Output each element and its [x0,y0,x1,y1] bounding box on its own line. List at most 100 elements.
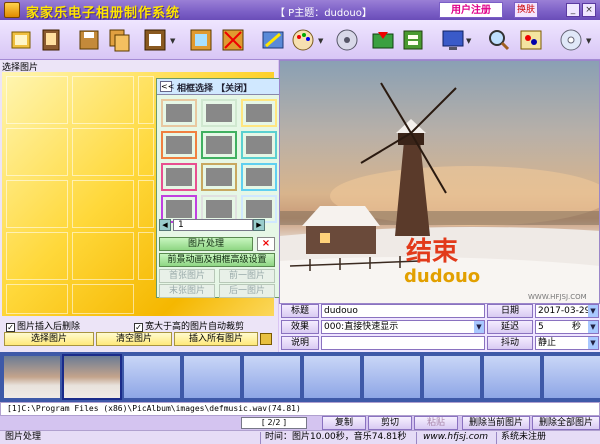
frame-thumbnail[interactable] [161,131,197,159]
frame-thumbnail[interactable] [201,99,237,127]
frame-thumbnail[interactable] [241,131,277,159]
date-field[interactable]: 2017-03-29 ▼ [535,304,599,318]
frame-selector-title[interactable]: 相框选择 【关闭】 [177,81,252,94]
frame-thumbnail[interactable] [241,163,277,191]
film-thumbnail-selected[interactable] [62,354,122,400]
display-dropdown-icon[interactable]: ▼ [466,37,474,47]
note-label: 说明 [281,336,319,350]
insert-all-images-button[interactable]: 插入所有图片 [174,332,258,346]
grid-cell[interactable] [6,128,68,176]
grid-cell[interactable] [72,76,134,124]
shake-select[interactable]: 静止 ▼ [535,336,599,350]
delete-after-insert-checkbox[interactable]: ✓ 图片插入后删除 [6,319,80,332]
display-icon[interactable] [440,26,466,54]
palette-icon[interactable] [290,26,316,54]
note-input[interactable] [321,336,485,350]
effect-select[interactable]: 000:直接快速显示 ▼ [321,320,485,334]
film-slot[interactable] [544,356,600,398]
next-image-button[interactable]: 后一图片 [219,284,275,298]
delay-input[interactable]: 5 秒 ▼ [535,320,599,334]
shake-label: 抖动 [487,336,533,350]
frame-thumbnail[interactable] [241,99,277,127]
advanced-frame-settings-button[interactable]: 前景动画及相框高级设置 [159,253,275,267]
frame-thumbnail[interactable] [201,131,237,159]
grid-cell[interactable] [6,76,68,124]
shake-value: 静止 [538,338,557,348]
frame-thumbnail[interactable] [161,99,197,127]
grid-cell[interactable] [138,76,154,124]
grid-cell[interactable] [6,180,68,228]
folder-icon[interactable] [260,333,272,345]
film-slot[interactable] [244,356,300,398]
delete-all-images-button[interactable]: 删除全部图片 [532,416,600,430]
delay-label: 延迟 [487,320,533,334]
delay-dropdown-icon[interactable]: ▼ [588,321,598,333]
effect-dropdown-icon[interactable]: ▼ [474,321,484,333]
delete-current-image-button[interactable]: 删除当前图片 [462,416,530,430]
paste-button[interactable]: 粘贴 [414,416,458,430]
scroll-right-icon[interactable]: ▶ [253,219,265,231]
grid-cell[interactable] [72,232,134,280]
film-strip[interactable] [0,352,600,402]
disc-icon[interactable] [558,26,584,54]
clear-images-button[interactable]: 清空图片 [96,332,172,346]
frame-thumbnail[interactable] [201,163,237,191]
frame-page-number[interactable]: 1 [173,219,253,231]
delete-frame-button[interactable]: × [257,237,275,251]
last-image-button[interactable]: 末张图片 [159,284,215,298]
shake-dropdown-icon[interactable]: ▼ [588,337,598,349]
prev-image-button[interactable]: 前一图片 [219,269,275,283]
film-slot[interactable] [304,356,360,398]
grid-cell[interactable] [138,128,154,176]
frame-icon[interactable] [142,26,168,54]
frame-thumbnail[interactable] [161,163,197,191]
install-icon[interactable] [370,26,396,54]
select-images-header: 选择图片 [2,63,39,73]
skin-button[interactable]: 换肤 [514,2,538,18]
select-images-button[interactable]: 选择图片 [4,332,94,346]
copy-button[interactable]: 复制 [322,416,366,430]
collapse-button[interactable]: << [160,81,174,92]
film-slot[interactable] [124,356,180,398]
disc-dropdown-icon[interactable]: ▼ [586,37,594,47]
film-slot[interactable] [364,356,420,398]
close-button[interactable]: × [582,3,596,17]
scroll-left-icon[interactable]: ◀ [159,219,171,231]
film-slot[interactable] [484,356,540,398]
delete-photo-icon[interactable] [220,26,246,54]
frame-dropdown-icon[interactable]: ▼ [170,37,178,47]
film-slot[interactable] [184,356,240,398]
brush-icon[interactable] [260,26,286,54]
music-icon[interactable] [334,26,360,54]
film-thumbnail[interactable] [4,356,60,398]
grid-cell[interactable] [72,284,134,314]
cut-button[interactable]: 剪切 [368,416,412,430]
gallery-icon[interactable] [400,26,426,54]
title-input[interactable]: dudouo [321,304,485,318]
first-image-button[interactable]: 首张图片 [159,269,215,283]
search-icon[interactable] [486,26,512,54]
open-folder-icon[interactable] [8,26,34,54]
grid-cell[interactable] [138,232,154,280]
auto-crop-checkbox[interactable]: ✓ 宽大于高的图片自动裁剪 [134,319,244,332]
grid-cell[interactable] [138,180,154,228]
date-dropdown-icon[interactable]: ▼ [588,305,598,317]
copy-icon[interactable] [106,26,132,54]
film-slot[interactable] [424,356,480,398]
photo-frame-icon[interactable] [188,26,214,54]
album-icon[interactable] [38,26,64,54]
status-divider [260,432,261,444]
photo-preview[interactable]: 结束 dudouo WWW.HFJSJ.COM [279,60,600,304]
grid-cell[interactable] [6,284,68,314]
minimize-button[interactable]: _ [566,3,580,17]
register-button[interactable]: 用户注册 [439,2,503,18]
grid-cell[interactable] [6,232,68,280]
image-process-button[interactable]: 图片处理 [159,237,253,251]
grid-cell[interactable] [72,128,134,176]
palette-dropdown-icon[interactable]: ▼ [318,37,326,47]
frame-scrollbar[interactable]: ◀ 1 ▶ [159,219,277,231]
paint-icon[interactable] [518,26,544,54]
save-icon[interactable] [76,26,102,54]
music-path[interactable]: [1]C:\Program Files (x86)\PicAlbum\image… [0,402,600,416]
grid-cell[interactable] [72,180,134,228]
